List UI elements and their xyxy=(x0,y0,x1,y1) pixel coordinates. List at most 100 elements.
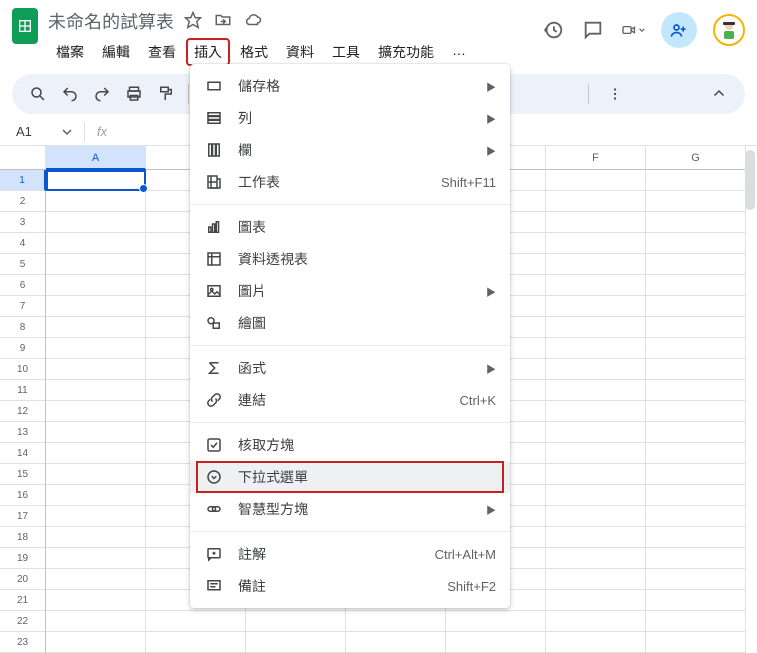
redo-icon[interactable] xyxy=(88,80,116,108)
paint-format-icon[interactable] xyxy=(152,80,180,108)
menu-資料[interactable]: 資料 xyxy=(278,38,322,66)
menu-檔案[interactable]: 檔案 xyxy=(48,38,92,66)
cell[interactable] xyxy=(246,632,346,653)
cell[interactable] xyxy=(446,611,546,632)
collapse-icon[interactable] xyxy=(705,80,733,108)
cell[interactable] xyxy=(646,254,746,275)
menu-插入[interactable]: 插入 xyxy=(186,38,230,66)
menu-item-核取方塊[interactable]: 核取方塊 xyxy=(190,429,510,461)
menu-item-圖片[interactable]: 圖片▶ xyxy=(190,275,510,307)
menu-格式[interactable]: 格式 xyxy=(232,38,276,66)
cell[interactable] xyxy=(546,590,646,611)
cell[interactable] xyxy=(346,632,446,653)
search-icon[interactable] xyxy=(24,80,52,108)
move-icon[interactable] xyxy=(214,11,232,32)
cell[interactable] xyxy=(46,401,146,422)
menu-item-工作表[interactable]: 工作表Shift+F11 xyxy=(190,166,510,198)
cell[interactable] xyxy=(546,317,646,338)
cell[interactable] xyxy=(646,590,746,611)
cell[interactable] xyxy=(346,611,446,632)
menu-item-備註[interactable]: 備註Shift+F2 xyxy=(190,570,510,602)
cell[interactable] xyxy=(46,422,146,443)
menu-擴充功能[interactable]: 擴充功能 xyxy=(370,38,442,66)
row-header[interactable]: 22 xyxy=(0,611,46,632)
row-header[interactable]: 12 xyxy=(0,401,46,422)
cell[interactable] xyxy=(46,548,146,569)
row-header[interactable]: 2 xyxy=(0,191,46,212)
row-header[interactable]: 14 xyxy=(0,443,46,464)
document-title[interactable]: 未命名的試算表 xyxy=(48,8,174,34)
cell[interactable] xyxy=(646,611,746,632)
cell[interactable] xyxy=(546,380,646,401)
cell[interactable] xyxy=(546,506,646,527)
menu-item-智慧型方塊[interactable]: 智慧型方塊▶ xyxy=(190,493,510,525)
cloud-icon[interactable] xyxy=(244,11,262,32)
dropdown-chip[interactable] xyxy=(52,173,140,188)
cell[interactable] xyxy=(446,632,546,653)
row-header[interactable]: 19 xyxy=(0,548,46,569)
menu-工具[interactable]: 工具 xyxy=(324,38,368,66)
row-header[interactable]: 13 xyxy=(0,422,46,443)
cell[interactable] xyxy=(46,212,146,233)
row-header[interactable]: 6 xyxy=(0,275,46,296)
cell[interactable] xyxy=(646,359,746,380)
sheets-logo[interactable] xyxy=(12,8,38,44)
cell[interactable] xyxy=(646,233,746,254)
cell[interactable] xyxy=(146,611,246,632)
menu-item-下拉式選單[interactable]: 下拉式選單 xyxy=(190,461,510,493)
print-icon[interactable] xyxy=(120,80,148,108)
col-header-A[interactable]: A xyxy=(46,146,146,170)
account-avatar[interactable] xyxy=(713,14,745,46)
star-icon[interactable] xyxy=(184,11,202,32)
row-header[interactable]: 20 xyxy=(0,569,46,590)
cell[interactable] xyxy=(546,359,646,380)
cell[interactable] xyxy=(646,170,746,191)
cell[interactable] xyxy=(546,485,646,506)
cell[interactable] xyxy=(546,527,646,548)
cell[interactable] xyxy=(46,632,146,653)
cell[interactable] xyxy=(646,317,746,338)
cell[interactable] xyxy=(46,506,146,527)
row-header[interactable]: 15 xyxy=(0,464,46,485)
cell[interactable] xyxy=(646,296,746,317)
cell[interactable] xyxy=(46,338,146,359)
more-vert-icon[interactable] xyxy=(601,80,629,108)
meet-icon[interactable] xyxy=(621,18,645,42)
cell[interactable] xyxy=(546,296,646,317)
row-header[interactable]: 18 xyxy=(0,527,46,548)
col-header-G[interactable]: G xyxy=(646,146,746,170)
cell[interactable] xyxy=(646,569,746,590)
row-header[interactable]: 9 xyxy=(0,338,46,359)
cell[interactable] xyxy=(46,233,146,254)
cell[interactable] xyxy=(546,170,646,191)
cell[interactable] xyxy=(46,590,146,611)
row-header[interactable]: 8 xyxy=(0,317,46,338)
cell[interactable] xyxy=(546,233,646,254)
cell[interactable] xyxy=(546,254,646,275)
cell[interactable] xyxy=(646,464,746,485)
select-all-corner[interactable] xyxy=(0,146,46,170)
row-header[interactable]: 10 xyxy=(0,359,46,380)
cell[interactable] xyxy=(46,464,146,485)
cell[interactable] xyxy=(46,275,146,296)
cell[interactable] xyxy=(646,422,746,443)
menu-item-圖表[interactable]: 圖表 xyxy=(190,211,510,243)
cell[interactable] xyxy=(46,611,146,632)
cell[interactable] xyxy=(46,569,146,590)
menu-item-連結[interactable]: 連結Ctrl+K xyxy=(190,384,510,416)
cell[interactable] xyxy=(246,611,346,632)
cell[interactable] xyxy=(546,548,646,569)
cell[interactable] xyxy=(46,317,146,338)
share-button[interactable] xyxy=(661,12,697,48)
row-header[interactable]: 21 xyxy=(0,590,46,611)
cell[interactable] xyxy=(546,212,646,233)
cell[interactable] xyxy=(46,254,146,275)
menu-item-資料透視表[interactable]: 資料透視表 xyxy=(190,243,510,275)
cell[interactable] xyxy=(646,212,746,233)
cell[interactable] xyxy=(146,632,246,653)
cell[interactable] xyxy=(546,401,646,422)
menu-item-函式[interactable]: 函式▶ xyxy=(190,352,510,384)
cell[interactable] xyxy=(46,443,146,464)
cell[interactable] xyxy=(546,611,646,632)
cell[interactable] xyxy=(546,275,646,296)
